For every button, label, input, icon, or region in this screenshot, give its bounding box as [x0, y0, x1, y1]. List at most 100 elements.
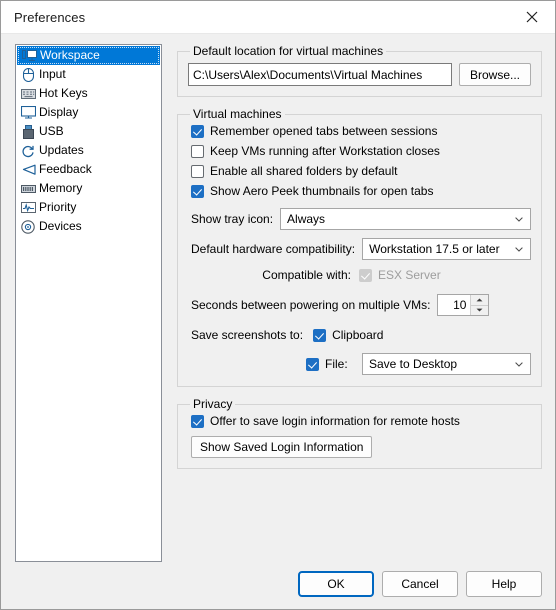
save-screenshots-label: Save screenshots to:: [191, 328, 304, 342]
checkbox-label: Clipboard: [332, 328, 384, 342]
default-location-group: Default location for virtual machines Br…: [177, 44, 542, 97]
help-button[interactable]: Help: [466, 571, 542, 597]
checkbox-label: Keep VMs running after Workstation close…: [210, 144, 440, 158]
virtual-machines-legend: Virtual machines: [193, 107, 282, 121]
sidebar-item-workspace[interactable]: Workspace: [17, 46, 160, 65]
checkbox-esx-server: ESX Server: [359, 265, 441, 285]
settings-category-list[interactable]: Workspace Input Hot Keys Display USB Upd…: [15, 44, 162, 562]
save-screenshots-row: Save screenshots to: Clipboard: [191, 324, 531, 346]
sidebar-item-label: USB: [39, 124, 64, 138]
sidebar-item-label: Workspace: [40, 48, 100, 62]
hardware-compat-row: Default hardware compatibility: Workstat…: [191, 237, 531, 261]
save-file-row: File: Save to Desktop: [191, 352, 531, 376]
checkbox-label: Offer to save login information for remo…: [210, 414, 460, 428]
browse-button[interactable]: Browse...: [459, 63, 531, 86]
checkbox-box: [313, 328, 327, 342]
sidebar-item-label: Feedback: [39, 162, 92, 176]
checkbox-box: [191, 124, 204, 138]
compatible-with-row: Compatible with: ESX Server: [191, 264, 531, 286]
dialog-body: Workspace Input Hot Keys Display USB Upd…: [1, 34, 555, 609]
stepper-up-button[interactable]: [471, 295, 489, 306]
disc-icon: [20, 219, 36, 235]
tray-icon-select[interactable]: Always: [280, 208, 531, 230]
chevron-down-icon: [515, 247, 523, 252]
default-location-input[interactable]: [188, 63, 452, 86]
stepper-buttons[interactable]: [470, 295, 489, 316]
checkbox-offer-save-login[interactable]: Offer to save login information for remo…: [191, 411, 531, 431]
sidebar-item-usb[interactable]: USB: [16, 122, 161, 141]
stepper-down-button[interactable]: [471, 306, 488, 316]
checkbox-box: [191, 164, 204, 178]
checkbox-label: Show Aero Peek thumbnails for open tabs: [210, 184, 434, 198]
checkbox-label: ESX Server: [378, 268, 441, 282]
compatible-with-label: Compatible with:: [262, 268, 351, 282]
checkbox-box: [306, 357, 319, 371]
sidebar-item-updates[interactable]: Updates: [16, 141, 161, 160]
save-file-target-select[interactable]: Save to Desktop: [362, 353, 531, 375]
virtual-machines-group: Virtual machines Remember opened tabs be…: [177, 107, 542, 387]
settings-pane: Default location for virtual machines Br…: [177, 44, 542, 479]
ok-button[interactable]: OK: [298, 571, 374, 597]
checkbox-label: Enable all shared folders by default: [210, 164, 398, 178]
sidebar-item-label: Updates: [39, 143, 84, 157]
checkbox-aero-peek[interactable]: Show Aero Peek thumbnails for open tabs: [191, 181, 531, 201]
default-location-legend: Default location for virtual machines: [193, 44, 384, 58]
sidebar-item-input[interactable]: Input: [16, 65, 161, 84]
keyboard-icon: [20, 86, 36, 102]
checkbox-clipboard[interactable]: Clipboard: [313, 325, 383, 345]
dialog-buttons: OK Cancel Help: [298, 571, 542, 597]
sidebar-item-devices[interactable]: Devices: [16, 217, 161, 236]
checkbox-box: [191, 144, 204, 158]
checkbox-enable-shared-folders[interactable]: Enable all shared folders by default: [191, 161, 531, 181]
hardware-compat-value: Workstation 17.5 or later: [369, 242, 500, 256]
sidebar-item-priority[interactable]: Priority: [16, 198, 161, 217]
close-button[interactable]: [509, 1, 555, 32]
sidebar-item-hot-keys[interactable]: Hot Keys: [16, 84, 161, 103]
memory-icon: [20, 181, 36, 197]
preferences-dialog: Preferences Workspace Input Hot Keys Dis…: [0, 0, 556, 610]
privacy-group: Privacy Offer to save login information …: [177, 397, 542, 469]
megaphone-icon: [20, 162, 36, 178]
checkbox-keep-vms-running[interactable]: Keep VMs running after Workstation close…: [191, 141, 531, 161]
sidebar-item-label: Memory: [39, 181, 83, 195]
checkbox-box: [191, 184, 204, 198]
sidebar-item-feedback[interactable]: Feedback: [16, 160, 161, 179]
tray-icon-row: Show tray icon: Always: [191, 207, 531, 231]
sidebar-item-label: Display: [39, 105, 79, 119]
window-title: Preferences: [14, 9, 86, 25]
cancel-button[interactable]: Cancel: [382, 571, 458, 597]
save-file-target-value: Save to Desktop: [369, 357, 458, 371]
checkbox-box: [191, 414, 204, 428]
refresh-icon: [20, 143, 36, 159]
caret-down-icon: [476, 308, 483, 312]
default-location-row: Browse...: [188, 63, 531, 86]
power-delay-label: Seconds between powering on multiple VMs…: [191, 298, 431, 312]
power-delay-stepper[interactable]: 10: [437, 294, 490, 316]
caret-up-icon: [476, 298, 483, 302]
waveform-icon: [20, 200, 36, 216]
checkbox-label: File:: [325, 357, 348, 371]
checkbox-remember-tabs[interactable]: Remember opened tabs between sessions: [191, 121, 531, 141]
title-bar: Preferences: [1, 1, 555, 34]
checkbox-box: [359, 268, 372, 282]
monitor-icon: [21, 48, 37, 64]
sidebar-item-label: Devices: [39, 219, 82, 233]
checkbox-label: Remember opened tabs between sessions: [210, 124, 438, 138]
usb-icon: [20, 124, 36, 140]
tray-icon-label: Show tray icon:: [191, 212, 274, 226]
hardware-compat-select[interactable]: Workstation 17.5 or later: [362, 238, 531, 260]
chevron-down-icon: [515, 362, 523, 367]
show-saved-login-button[interactable]: Show Saved Login Information: [191, 436, 373, 458]
sidebar-item-memory[interactable]: Memory: [16, 179, 161, 198]
mouse-icon: [20, 67, 36, 83]
close-icon: [526, 11, 538, 22]
power-delay-value: 10: [453, 298, 467, 312]
hardware-compat-label: Default hardware compatibility:: [191, 242, 356, 256]
checkbox-file[interactable]: File:: [306, 354, 362, 374]
sidebar-item-label: Hot Keys: [39, 86, 88, 100]
chevron-down-icon: [515, 217, 523, 222]
privacy-legend: Privacy: [193, 397, 233, 411]
sidebar-item-display[interactable]: Display: [16, 103, 161, 122]
display-icon: [20, 105, 36, 121]
sidebar-item-label: Priority: [39, 200, 77, 214]
